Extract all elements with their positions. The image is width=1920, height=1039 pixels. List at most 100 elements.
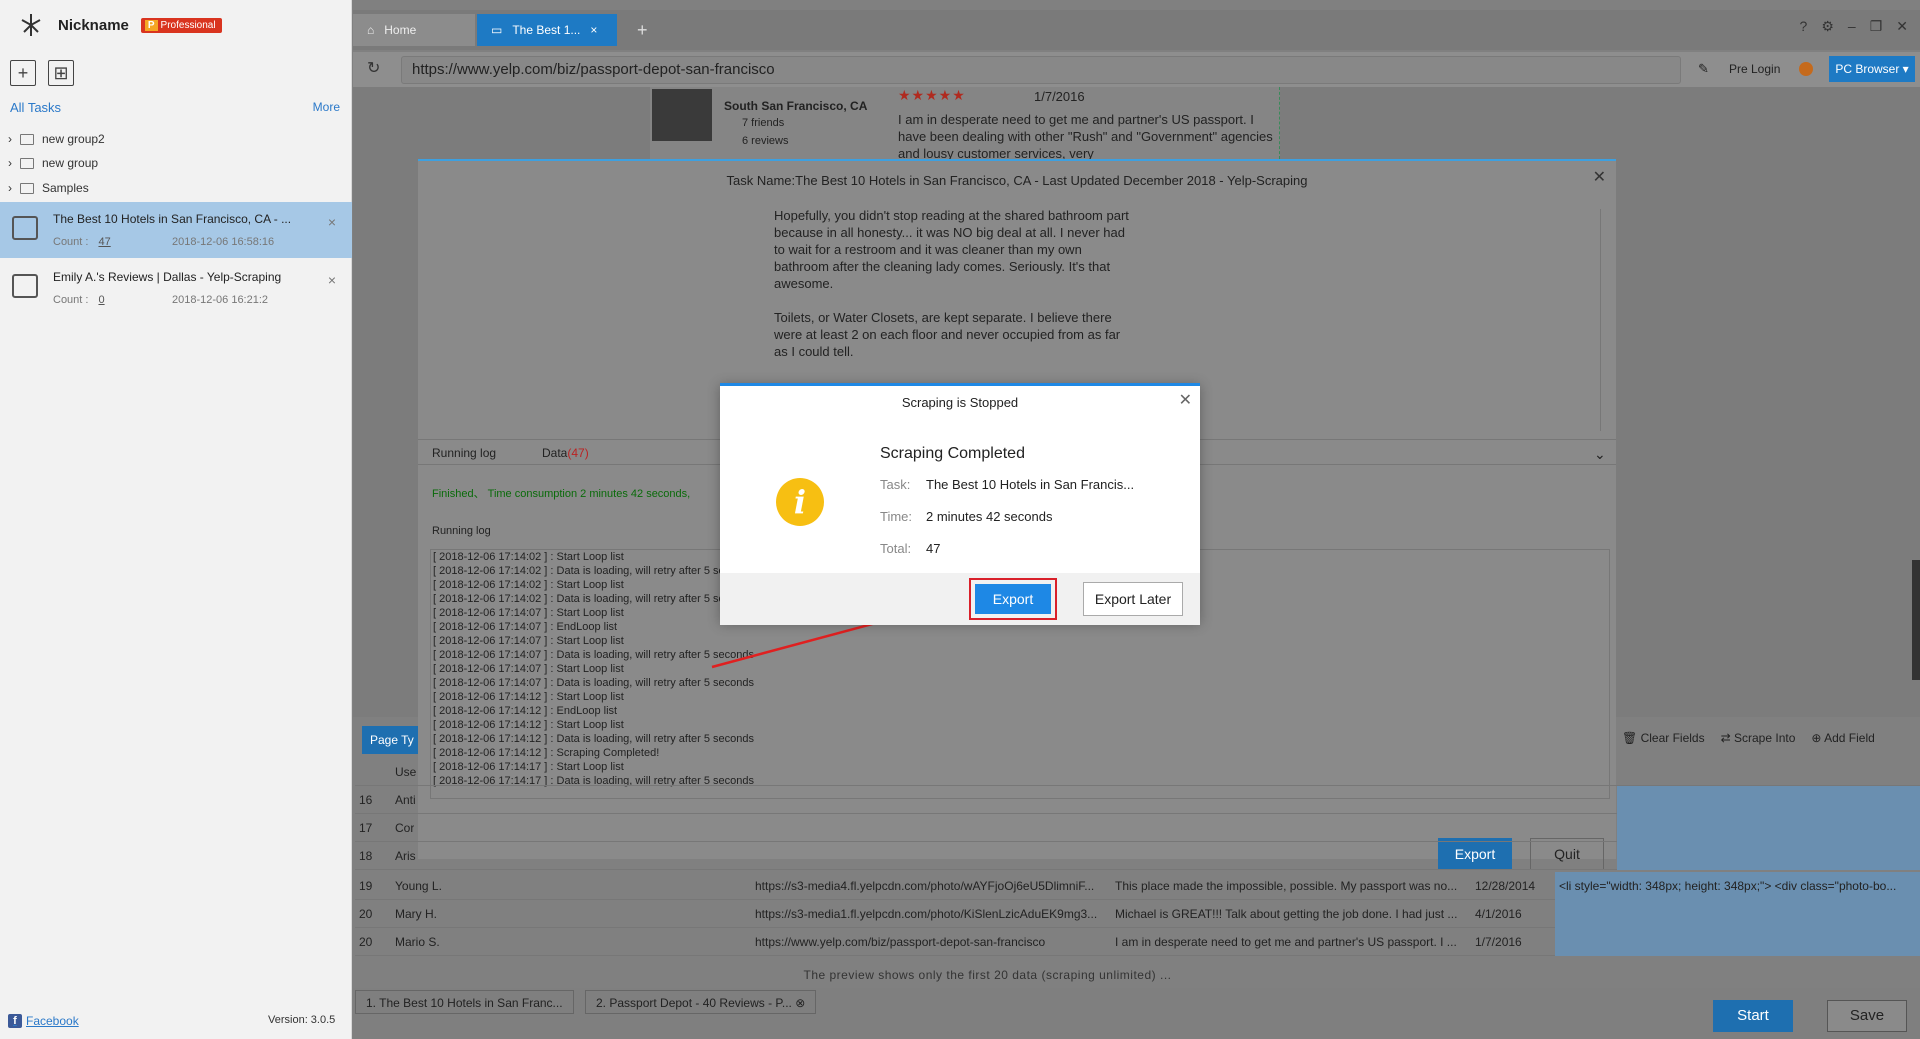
page-icon: ▭ [491,23,503,37]
bottom-bar: 1. The Best 10 Hotels in San Franc... 2.… [353,988,1920,1039]
tab-data[interactable]: Data(47) [542,446,589,460]
folder-icon [20,182,34,194]
close-icon[interactable]: × [590,23,597,37]
logo-row: Nickname P Professional [0,0,352,50]
reviewer-location: South San Francisco, CA [724,99,868,113]
scraping-stopped-dialog: Scraping is Stopped ✕ i Scraping Complet… [720,383,1200,625]
tab-bar: ⌂ Home ▭ The Best 1... × + ? ⚙ – ❐ ✕ [353,10,1920,50]
tab-running-log[interactable]: Running log [432,446,496,460]
reviewer-friends: 7 friends [742,117,785,129]
pc-browser-dropdown[interactable]: PC Browser ▾ [1829,56,1915,82]
collapse-icon[interactable]: ⌄ [1594,446,1606,463]
table-row[interactable]: 17 Cor [355,814,1920,842]
facebook-icon: f [8,1014,22,1028]
close-icon[interactable]: ✕ [1896,18,1908,35]
add-tab-icon[interactable]: + [623,14,662,46]
maximize-icon[interactable]: ❐ [1870,18,1883,35]
all-tasks-header: All Tasks More [10,100,340,115]
add-field-button[interactable]: ⊕ Add Field [1811,731,1874,745]
folder-icon [20,133,34,145]
scrollbar[interactable] [1912,560,1920,680]
tab-home[interactable]: ⌂ Home [353,14,475,46]
review-text: I am in desperate need to get me and par… [898,112,1273,159]
minimize-icon[interactable]: – [1848,18,1856,35]
review-date: 1/7/2016 [1034,89,1085,104]
gear-icon[interactable]: ⚙ [1821,18,1834,35]
task-tab-2[interactable]: 2. Passport Depot - 40 Reviews - P... ⊗ [585,990,817,1014]
dialog-footer: Export Export Later [720,573,1200,625]
chevron-right-icon: › [8,132,12,146]
save-button[interactable]: Save [1827,1000,1907,1032]
running-log-label: Running log [432,525,491,537]
start-button[interactable]: Start [1713,1000,1793,1032]
nickname[interactable]: Nickname [58,17,129,34]
sidebar: Nickname P Professional + ⊞ All Tasks Mor… [0,0,352,1039]
info-icon: i [776,478,824,526]
home-icon: ⌂ [367,23,375,37]
flow-icon [12,274,38,298]
task-count: Count :47 [53,236,111,248]
group-item[interactable]: › new group2 [8,128,105,150]
preview-scrollbar[interactable] [1600,209,1610,431]
robot-icon [12,216,38,240]
task-date: 2018-12-06 16:58:16 [172,236,275,248]
page-type-button[interactable]: Page Ty [362,726,418,754]
table-row[interactable]: 16 Anti [355,786,1920,814]
more-link[interactable]: More [313,100,340,115]
table-row[interactable]: 19 Young L. https://s3-media4.fl.yelpcdn.… [355,872,1920,900]
professional-badge: P Professional [140,17,222,33]
edit-icon[interactable]: ✎ [1698,61,1709,77]
task-title: Emily A.'s Reviews | Dallas - Yelp-Scrap… [53,270,282,284]
panel-title: Task Name:The Best 10 Hotels in San Fran… [726,173,1308,188]
group-item[interactable]: › new group [8,152,98,174]
help-icon[interactable]: ? [1800,18,1808,35]
window-controls: ? ⚙ – ❐ ✕ [1800,18,1908,35]
export-highlight: Export [969,578,1057,620]
chevron-right-icon: › [8,156,12,170]
task-count: Count :0 [53,294,105,306]
all-tasks-link[interactable]: All Tasks [10,100,61,115]
close-icon[interactable]: ✕ [1593,167,1606,187]
reload-icon[interactable]: ↻ [367,58,380,78]
url-bar: ↻ https://www.yelp.com/biz/passport-depo… [353,52,1920,87]
group-item[interactable]: › Samples [8,177,89,199]
app-logo-icon [21,14,41,36]
close-icon[interactable]: ✕ [1179,390,1192,410]
clear-fields-button[interactable]: 🗑 Clear Fields [1622,731,1705,745]
user-avatar-icon[interactable] [1799,62,1813,76]
sidebar-tools: + ⊞ [10,60,74,86]
preview-note: The preview shows only the first 20 data… [803,968,1172,982]
field-toolbar: 🗑 Clear Fields ⇄ Scrape Into ⊕ Add Field [1616,718,1920,758]
review-card: South San Francisco, CA 7 friends 6 revi… [650,87,1280,159]
chevron-right-icon: › [8,181,12,195]
task-tab-1[interactable]: 1. The Best 10 Hotels in San Franc... [355,990,574,1014]
close-icon[interactable]: × [328,214,336,230]
table-row[interactable]: 20 Mario S. https://www.yelp.com/biz/pass… [355,928,1920,956]
new-group-icon[interactable]: ⊞ [48,60,74,86]
tab-active[interactable]: ▭ The Best 1... × [477,14,617,46]
facebook-link[interactable]: f Facebook [8,1014,79,1028]
task-item[interactable]: The Best 10 Hotels in San Francisco, CA … [0,202,352,258]
export-later-button[interactable]: Export Later [1083,582,1183,616]
url-input[interactable]: https://www.yelp.com/biz/passport-depot-… [401,56,1681,84]
export-button[interactable]: Export [975,584,1051,614]
pre-login-link[interactable]: Pre Login [1729,62,1780,76]
dialog-heading: Scraping Completed [880,445,1025,462]
scrape-into-button[interactable]: ⇄ Scrape Into [1721,731,1796,745]
table-header: Use [355,758,1920,786]
table-row[interactable]: 20 Mary H. https://s3-media1.fl.yelpcdn.c… [355,900,1920,928]
close-icon[interactable]: ⊗ [795,996,805,1010]
task-title: The Best 10 Hotels in San Francisco, CA … [53,212,292,226]
star-rating-icon: ★★★★★ [898,87,966,103]
table-row[interactable]: 18 Aris [355,842,1920,870]
dialog-title: Scraping is Stopped [901,395,1019,410]
task-line: Task: The Best 10 Hotels in San Francis..… [880,477,1135,492]
time-line: Time: 2 minutes 42 seconds [880,509,1053,524]
version-label: Version: 3.0.5 [268,1014,336,1026]
task-date: 2018-12-06 16:21:2 [172,294,269,306]
new-task-icon[interactable]: + [10,60,36,86]
folder-icon [20,157,34,169]
close-icon[interactable]: × [328,272,336,288]
task-item[interactable]: Emily A.'s Reviews | Dallas - Yelp-Scrap… [0,260,352,316]
page-preview: Hopefully, you didn't stop reading at th… [774,208,1129,359]
